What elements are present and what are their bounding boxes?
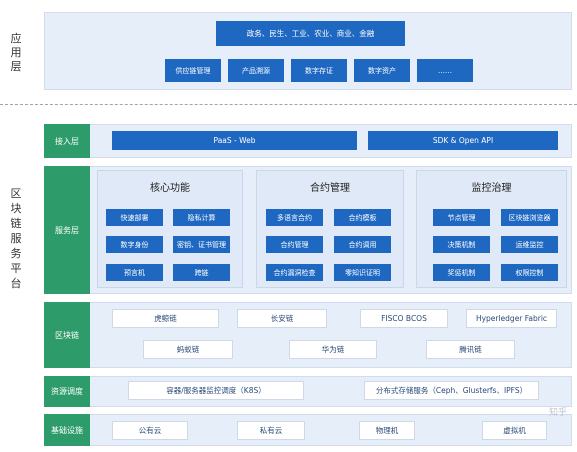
side-char: 层 <box>10 60 22 73</box>
service-group-title: 合约管理 <box>310 183 350 194</box>
side-char: 链 <box>10 217 22 230</box>
service-layer-label: 服务层 <box>44 166 90 294</box>
service-item: 预言机 <box>106 264 163 281</box>
infra-item: 私有云 <box>237 421 305 440</box>
watermark: 知乎 <box>548 408 567 418</box>
chain-item: 长安链 <box>237 309 327 328</box>
side-char: 用 <box>10 46 22 59</box>
industries-bar: 政务、民生、工业、农业、商业、金融 <box>216 21 405 46</box>
app-item-digital-evidence: 数字存证 <box>291 59 347 82</box>
service-item: 跨链 <box>173 264 230 281</box>
side-char: 务 <box>10 247 22 260</box>
infra-item: 公有云 <box>112 421 188 440</box>
resource-layer-label: 资源调度 <box>44 376 90 407</box>
resource-item-k8s: 容器/服务器监控调度（K8S） <box>128 381 304 400</box>
side-char: 应 <box>10 32 22 45</box>
app-item-digital-assets: 数字资产 <box>354 59 410 82</box>
app-item-more: …… <box>417 59 473 82</box>
access-layer-label: 接入层 <box>44 124 90 158</box>
service-item: 密钥、证书管理 <box>173 236 230 253</box>
service-item: 运维监控 <box>501 236 558 253</box>
service-item: 权限控制 <box>501 264 558 281</box>
service-group-title: 核心功能 <box>150 183 190 194</box>
service-item: 多语言合约 <box>266 209 323 226</box>
service-item: 区块链浏览器 <box>501 209 558 226</box>
side-char: 块 <box>10 202 22 215</box>
layer-divider <box>0 104 577 105</box>
side-char: 区 <box>10 187 22 200</box>
chain-item: 腾讯链 <box>426 340 515 359</box>
chain-item: 蚂蚁链 <box>143 340 233 359</box>
service-item: 奖惩机制 <box>433 264 490 281</box>
blockchain-layer-label: 区块链 <box>44 302 90 368</box>
service-item: 快速部署 <box>106 209 163 226</box>
infra-item: 虚拟机 <box>482 421 547 440</box>
infrastructure-layer-label: 基础设施 <box>44 414 90 446</box>
service-item: 合约模板 <box>334 209 391 226</box>
app-layer-side-label: 应 用 层 <box>9 32 23 74</box>
access-sdk-api: SDK & Open API <box>368 131 558 150</box>
access-paas-web: PaaS - Web <box>112 131 357 150</box>
service-item: 数字身份 <box>106 236 163 253</box>
service-item: 节点管理 <box>433 209 490 226</box>
service-item: 合约调用 <box>334 236 391 253</box>
service-group-title: 监控治理 <box>471 183 512 194</box>
side-char: 服 <box>10 232 22 245</box>
app-item-traceability: 产品溯源 <box>228 59 284 82</box>
chain-item: Hyperledger Fabric <box>466 309 557 328</box>
chain-item: 华为链 <box>289 340 377 359</box>
side-char: 平 <box>10 262 22 275</box>
chain-item: 虎鲸链 <box>112 309 219 328</box>
service-item: 隐私计算 <box>173 209 230 226</box>
service-item: 合约漏洞检查 <box>266 264 323 281</box>
side-char: 台 <box>10 277 22 290</box>
service-item: 合约管理 <box>266 236 323 253</box>
service-item: 决策机制 <box>433 236 490 253</box>
app-item-supply-chain: 供应链管理 <box>165 59 221 82</box>
platform-side-label: 区 块 链 服 务 平 台 <box>9 186 23 291</box>
resource-item-storage: 分布式存储服务（Ceph、Glusterfs、IPFS） <box>364 381 539 400</box>
infra-item: 物理机 <box>359 421 415 440</box>
chain-item: FISCO BCOS <box>360 309 448 328</box>
service-item: 零知识证明 <box>334 264 391 281</box>
